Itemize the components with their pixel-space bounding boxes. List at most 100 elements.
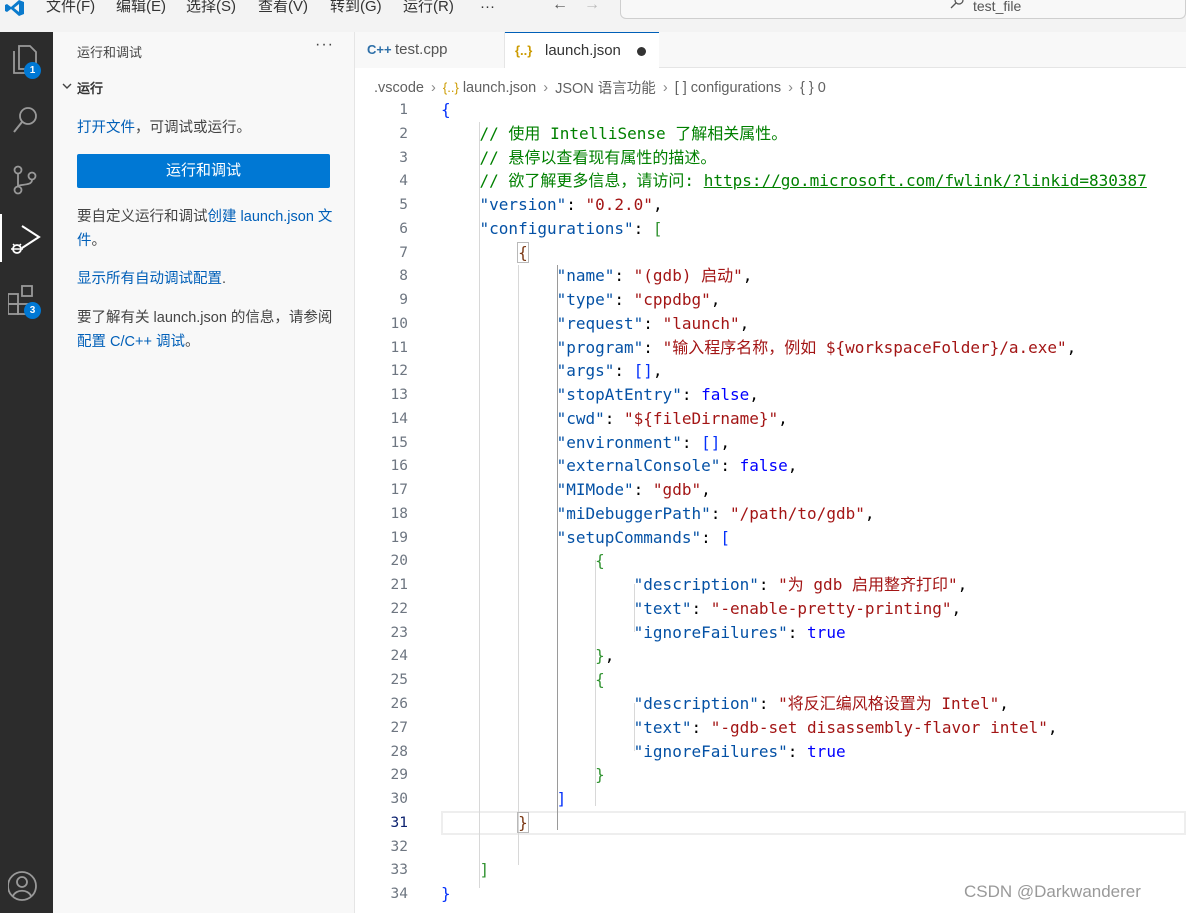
command-center-text: test_file	[973, 0, 1022, 14]
code-line: {	[441, 100, 451, 119]
search-button[interactable]	[0, 94, 53, 142]
line-number: 20	[390, 553, 408, 570]
cpp-file-icon: C++	[367, 42, 392, 57]
menu-view[interactable]: 查看(V)	[258, 0, 308, 17]
line-number: 29	[390, 767, 408, 784]
show-auto-suffix: .	[222, 271, 227, 287]
code-line: // 使用 IntelliSense 了解相关属性。	[479, 123, 788, 143]
search-icon	[950, 0, 964, 9]
menu-edit[interactable]: 编辑(E)	[116, 0, 166, 17]
line-number: 21	[390, 577, 408, 594]
menu-selection[interactable]: 选择(S)	[186, 0, 236, 17]
open-file-text: 打开文件，可调试或运行。	[77, 116, 339, 140]
tab-label: launch.json	[545, 42, 621, 59]
code-editor[interactable]: 1 2 3 4 5 6 7 8 9 10 11 12 13 14 15 16 17 18 19 20 21 22 23 24 2…	[355, 98, 1186, 913]
json-file-icon: {..}	[515, 43, 533, 58]
line-number: 8	[399, 268, 408, 285]
code-line: "text": "-gdb-set disassembly-flavor int…	[633, 717, 1058, 737]
breadcrumb-item[interactable]: JSON 语言功能	[555, 77, 656, 98]
code-line: "args": [],	[556, 361, 663, 381]
activity-bar: 1 3	[0, 32, 53, 913]
line-number: 17	[390, 482, 408, 499]
line-number: 31	[390, 814, 408, 831]
code-line: "version": "0.2.0",	[479, 195, 663, 215]
code-line: "miDebuggerPath": "/path/to/gdb",	[556, 503, 875, 523]
line-number: 25	[390, 672, 408, 689]
code-line: "ignoreFailures": true	[633, 622, 846, 642]
code-line: }	[441, 884, 451, 904]
menu-file[interactable]: 文件(F)	[46, 0, 95, 17]
line-number: 16	[390, 458, 408, 475]
code-line: "MIMode": "gdb",	[556, 480, 711, 500]
line-number: 7	[399, 244, 408, 261]
run-debug-activity-button[interactable]	[0, 214, 53, 262]
code-line: ]	[479, 860, 490, 880]
line-number: 4	[399, 173, 408, 190]
code-line: "description": "将反汇编风格设置为 Intel",	[633, 694, 1009, 713]
line-number: 28	[390, 743, 408, 760]
line-number: 11	[390, 339, 408, 356]
code-line: "environment": [],	[556, 432, 730, 452]
code-line: "setupCommands": [	[556, 527, 730, 547]
line-number: 13	[390, 387, 408, 404]
code-line: "name": "(gdb) 启动",	[556, 266, 753, 286]
chevron-down-icon	[62, 83, 72, 89]
sidebar-more-actions[interactable]: ···	[315, 36, 334, 54]
menu-go[interactable]: 转到(G)	[330, 0, 382, 17]
code-line: "description": "为 gdb 启用整齐打印",	[633, 575, 968, 595]
tab-test-cpp[interactable]: C++ test.cpp	[355, 32, 505, 68]
json-file-icon: {..}	[442, 80, 459, 95]
line-number: 15	[390, 434, 408, 451]
learn-suffix: 。	[184, 334, 200, 350]
csdn-watermark: CSDN @Darkwanderer	[964, 882, 1141, 901]
run-section-header[interactable]: 运行	[57, 76, 347, 98]
code-line: "program": "输入程序名称，例如 ${workspaceFolder}…	[556, 337, 1077, 357]
open-file-link[interactable]: 打开文件	[77, 120, 135, 136]
code-line: {	[517, 241, 529, 263]
breadcrumb: .vscode › {..} launch.json › JSON 语言功能 › …	[374, 77, 826, 98]
sidebar: 运行和调试 ··· 运行 打开文件，可调试或运行。 运行和调试 要自定义运行和调…	[53, 32, 355, 913]
code-line: }	[595, 765, 605, 785]
menu-more[interactable]: ···	[480, 0, 495, 17]
show-auto-text: 显示所有自动调试配置.	[77, 267, 339, 291]
code-line: "externalConsole": false,	[556, 456, 798, 476]
breadcrumb-item[interactable]: { } 0	[800, 80, 826, 96]
breadcrumb-item[interactable]: .vscode	[374, 80, 424, 96]
code-line: "text": "-enable-pretty-printing",	[633, 598, 962, 618]
extensions-button[interactable]: 3	[0, 274, 53, 322]
line-number: 34	[390, 886, 408, 903]
line-number: 12	[390, 363, 408, 380]
forward-arrow-icon[interactable]: →	[584, 0, 600, 14]
unsaved-dot-icon[interactable]	[637, 47, 646, 56]
line-number: 19	[390, 529, 408, 546]
breadcrumb-item[interactable]: [ ] configurations	[675, 80, 781, 96]
fwlink-link[interactable]: https://go.microsoft.com/fwlink/?linkid=…	[704, 171, 1147, 190]
line-number: 6	[399, 220, 408, 237]
code-line: }	[517, 811, 529, 833]
code-area[interactable]: { // 使用 IntelliSense 了解相关属性。 // 悬停以查看现有属…	[441, 98, 1186, 913]
code-line: // 悬停以查看现有属性的描述。	[479, 147, 717, 167]
breadcrumb-item[interactable]: launch.json	[463, 80, 536, 96]
configure-cpp-debug-link[interactable]: 配置 C/C++ 调试	[77, 334, 185, 350]
line-number: 23	[390, 624, 408, 641]
tab-launch-json[interactable]: {..} launch.json	[505, 32, 659, 69]
line-number: 32	[390, 838, 408, 855]
command-center[interactable]: test_file	[620, 0, 1186, 19]
accounts-button[interactable]	[0, 862, 53, 910]
run-debug-icon	[11, 225, 41, 254]
back-arrow-icon[interactable]: ←	[552, 0, 568, 14]
source-control-icon	[13, 165, 37, 195]
open-file-rest: ，可调试或运行。	[135, 120, 251, 136]
source-control-button[interactable]	[0, 154, 53, 202]
explorer-badge: 1	[24, 62, 41, 79]
chevron-right-icon: ›	[662, 79, 668, 96]
line-number: 5	[399, 197, 408, 214]
code-line: "ignoreFailures": true	[633, 741, 846, 761]
show-auto-debug-link[interactable]: 显示所有自动调试配置	[77, 271, 222, 287]
chevron-right-icon: ›	[543, 79, 549, 96]
explorer-button[interactable]: 1	[0, 34, 53, 82]
run-and-debug-button[interactable]: 运行和调试	[77, 154, 330, 188]
menu-run[interactable]: 运行(R)	[403, 0, 454, 17]
line-number: 3	[399, 149, 408, 166]
line-number: 30	[390, 791, 408, 808]
